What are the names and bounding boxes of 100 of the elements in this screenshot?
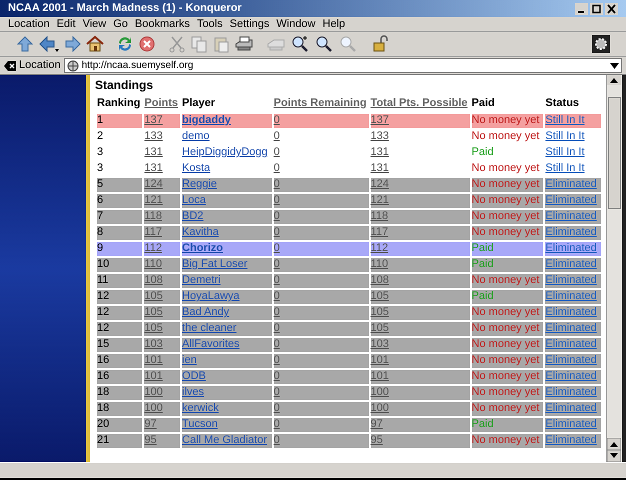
total-link[interactable]: 103 [370,338,389,350]
score-link[interactable]: 133 [144,130,163,142]
remaining-link[interactable]: 0 [274,274,280,286]
score-link[interactable]: 137 [144,114,163,126]
player-link[interactable]: ien [182,354,197,366]
total-link[interactable]: 108 [370,274,389,286]
padlock-icon[interactable] [372,35,390,53]
total-link[interactable]: 100 [370,386,389,398]
player-link[interactable]: Bad Andy [182,306,230,318]
reload-icon[interactable] [116,35,134,53]
total-link[interactable]: 112 [370,242,388,254]
clear-icon[interactable] [4,60,16,70]
status-link[interactable]: Eliminated [545,290,597,302]
player-link[interactable]: Kavitha [182,226,219,238]
remaining-link[interactable]: 0 [274,354,280,366]
minimize-icon[interactable] [575,2,588,14]
remaining-link[interactable]: 0 [274,418,280,430]
close-icon[interactable] [605,2,618,14]
player-link[interactable]: ilves [182,386,204,398]
gear-icon[interactable] [592,35,610,53]
total-link[interactable]: 110 [370,258,388,270]
zoom-in-icon[interactable] [290,35,310,53]
column-header-link[interactable]: Total Pts. Possible [370,97,468,109]
player-link[interactable]: Reggie [182,178,217,190]
status-link[interactable]: Eliminated [545,354,597,366]
remaining-link[interactable]: 0 [274,322,280,334]
status-link[interactable]: Eliminated [545,274,597,286]
player-link[interactable]: Tucson [182,418,218,430]
remaining-link[interactable]: 0 [274,162,280,174]
player-link[interactable]: Demetri [182,274,221,286]
status-link[interactable]: Eliminated [545,402,597,414]
up-arrow-icon[interactable] [16,35,34,53]
score-link[interactable]: 105 [144,322,163,334]
total-link[interactable]: 133 [370,130,389,142]
total-link[interactable]: 137 [370,114,389,126]
total-link[interactable]: 97 [370,418,383,430]
total-link[interactable]: 95 [370,434,383,446]
score-link[interactable]: 108 [144,274,163,286]
remaining-link[interactable]: 0 [274,258,280,270]
player-link[interactable]: Chorizo [182,242,223,254]
scroll-up-icon[interactable] [607,438,621,450]
score-link[interactable]: 103 [144,338,163,350]
status-link[interactable]: Eliminated [545,418,597,430]
player-link[interactable]: HeipDiggidyDogg [182,146,268,158]
status-link[interactable]: Eliminated [545,338,597,350]
status-link[interactable]: Still In It [545,162,585,174]
total-link[interactable]: 124 [370,178,389,190]
total-link[interactable]: 100 [370,402,389,414]
scroll-down-icon[interactable] [607,450,621,462]
score-link[interactable]: 101 [144,354,163,366]
remaining-link[interactable]: 0 [274,370,280,382]
status-link[interactable]: Eliminated [545,242,597,254]
score-link[interactable]: 112 [144,242,162,254]
total-link[interactable]: 105 [370,322,389,334]
url-field[interactable]: http://ncaa.suemyself.org [64,58,622,73]
menu-item[interactable]: Help [322,16,346,32]
menu-item[interactable]: Bookmarks [134,16,190,32]
remaining-link[interactable]: 0 [274,242,280,254]
score-link[interactable]: 105 [144,290,163,302]
score-link[interactable]: 124 [144,178,163,190]
menu-item[interactable]: Location [8,16,50,32]
maximize-icon[interactable] [590,2,603,14]
player-link[interactable]: Kosta [182,162,210,174]
score-link[interactable]: 101 [144,370,163,382]
status-link[interactable]: Eliminated [545,306,597,318]
player-link[interactable]: ODB [182,370,206,382]
player-link[interactable]: Loca [182,194,206,206]
total-link[interactable]: 101 [370,354,389,366]
remaining-link[interactable]: 0 [274,130,280,142]
total-link[interactable]: 121 [370,194,389,206]
player-link[interactable]: BD2 [182,210,204,222]
total-link[interactable]: 131 [370,146,389,158]
status-link[interactable]: Eliminated [545,370,597,382]
player-link[interactable]: the cleaner [182,322,236,334]
score-link[interactable]: 105 [144,306,163,318]
remaining-link[interactable]: 0 [274,178,280,190]
score-link[interactable]: 131 [144,146,163,158]
scrollbar[interactable] [606,75,622,462]
remaining-link[interactable]: 0 [274,210,280,222]
status-link[interactable]: Still In It [545,114,585,126]
remaining-link[interactable]: 0 [274,290,280,302]
status-link[interactable]: Still In It [545,146,585,158]
home-icon[interactable] [86,35,104,53]
status-link[interactable]: Eliminated [545,386,597,398]
remaining-link[interactable]: 0 [274,194,280,206]
score-link[interactable]: 118 [144,210,162,222]
total-link[interactable]: 105 [370,290,389,302]
score-link[interactable]: 121 [144,194,163,206]
remaining-link[interactable]: 0 [274,386,280,398]
menu-item[interactable]: View [82,16,106,32]
player-link[interactable]: bigdaddy [182,114,231,126]
score-link[interactable]: 110 [144,258,162,270]
total-link[interactable]: 101 [370,370,389,382]
player-link[interactable]: demo [182,130,210,142]
scrollbar-thumb[interactable] [608,97,621,209]
menu-item[interactable]: Go [113,16,128,32]
score-link[interactable]: 100 [144,402,163,414]
status-link[interactable]: Eliminated [545,194,597,206]
remaining-link[interactable]: 0 [274,226,280,238]
stop-icon[interactable] [138,35,156,53]
